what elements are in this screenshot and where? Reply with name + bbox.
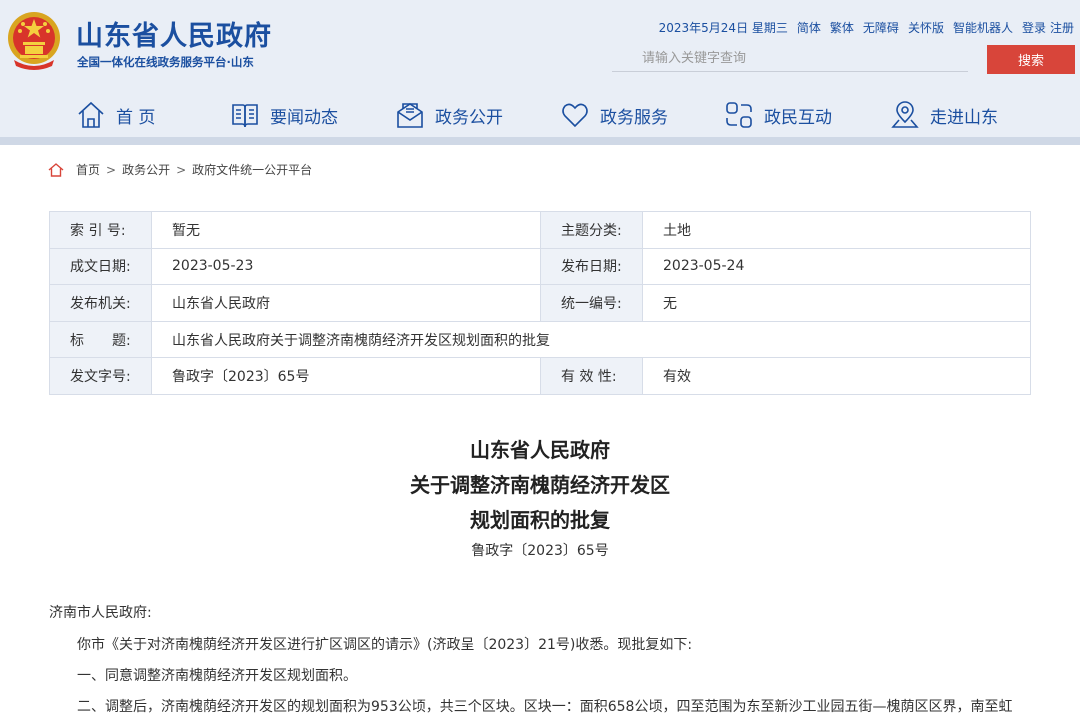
site-header: 山东省人民政府 全国一体化在线政务服务平台·山东 2023年5月24日 星期三 … bbox=[0, 0, 1080, 137]
link-robot[interactable]: 智能机器人 bbox=[953, 19, 1013, 36]
link-register[interactable]: 注册 bbox=[1050, 19, 1074, 36]
mail-open-icon bbox=[397, 103, 423, 128]
nav-item-home[interactable]: 首 页 bbox=[76, 98, 155, 132]
link-traditional[interactable]: 繁体 bbox=[830, 19, 854, 36]
nav-item-news[interactable]: 要闻动态 bbox=[230, 98, 338, 132]
validity-value: 有效 bbox=[642, 357, 1031, 395]
nav-label: 政务公开 bbox=[435, 107, 503, 128]
publish-date-value: 2023-05-24 bbox=[642, 247, 1031, 286]
document-title-line-3: 规划面积的批复 bbox=[470, 508, 610, 532]
breadcrumb-home[interactable]: 首页 bbox=[76, 161, 100, 178]
document-title-line-2: 关于调整济南槐荫经济开发区 bbox=[410, 473, 670, 497]
doc-number-value: 鲁政字〔2023〕65号 bbox=[151, 357, 541, 395]
title-value: 山东省人民政府关于调整济南槐荫经济开发区规划面积的批复 bbox=[151, 320, 1031, 359]
main-nav: 首 页 要闻动态 政务公开 政务服务 政民互动 走进山东 bbox=[0, 92, 1080, 136]
nav-label: 首 页 bbox=[116, 107, 156, 128]
home-icon[interactable] bbox=[48, 162, 64, 177]
nav-item-interaction[interactable]: 政民互动 bbox=[724, 98, 832, 132]
document-title-line-1: 山东省人民政府 bbox=[470, 438, 610, 462]
search-input[interactable] bbox=[612, 46, 968, 71]
document-number: 鲁政字〔2023〕65号 bbox=[471, 543, 609, 559]
validity-label: 有 效 性: bbox=[540, 357, 643, 395]
written-date-label: 成文日期: bbox=[49, 247, 152, 286]
serial-label: 统一编号: bbox=[540, 284, 643, 322]
document-paragraph: 你市《关于对济南槐荫经济开发区进行扩区调区的请示》(济政呈〔2023〕21号)收… bbox=[77, 637, 693, 653]
topic-label: 主题分类: bbox=[540, 211, 643, 249]
serial-value: 无 bbox=[642, 284, 1031, 322]
breadcrumb-separator: > bbox=[176, 162, 187, 177]
nav-label: 走进山东 bbox=[930, 107, 998, 128]
written-date-value: 2023-05-23 bbox=[151, 247, 541, 286]
current-date: 2023年5月24日 星期三 bbox=[658, 21, 788, 35]
table-row: 成文日期: 2023-05-23 发布日期: 2023-05-24 bbox=[49, 247, 1031, 286]
issuer-value: 山东省人民政府 bbox=[151, 284, 541, 322]
table-row: 发布机关: 山东省人民政府 统一编号: 无 bbox=[49, 284, 1031, 322]
breadcrumb-doc-platform[interactable]: 政府文件统一公开平台 bbox=[192, 161, 312, 178]
top-links: 2023年5月24日 星期三 简体 繁体 无障碍 关怀版 智能机器人 登录 注册 bbox=[659, 19, 1074, 36]
doc-number-label: 发文字号: bbox=[49, 357, 152, 395]
publish-date-label: 发布日期: bbox=[540, 247, 643, 286]
title-label: 标 题: bbox=[49, 320, 152, 359]
document-metadata-table: 索 引 号: 暂无 主题分类: 土地 成文日期: 2023-05-23 发布日期… bbox=[49, 211, 1031, 395]
interaction-icon bbox=[726, 102, 752, 128]
breadcrumb: 首页 > 政务公开 > 政府文件统一公开平台 bbox=[48, 161, 312, 178]
index-label: 索 引 号: bbox=[49, 211, 152, 249]
document-paragraph: 一、同意调整济南槐荫经济开发区规划面积。 bbox=[77, 668, 357, 684]
nav-divider bbox=[0, 137, 1080, 145]
nav-item-shandong[interactable]: 走进山东 bbox=[890, 98, 998, 132]
document-paragraph: 二、调整后，济南槐荫经济开发区的规划面积为953公顷，共三个区块。区块一：面积6… bbox=[77, 699, 1013, 715]
news-icon bbox=[232, 104, 258, 128]
table-row: 发文字号: 鲁政字〔2023〕65号 有 效 性: 有效 bbox=[49, 357, 1031, 395]
link-accessibility[interactable]: 无障碍 bbox=[863, 19, 899, 36]
table-row: 索 引 号: 暂无 主题分类: 土地 bbox=[49, 211, 1031, 249]
link-care-version[interactable]: 关怀版 bbox=[908, 19, 944, 36]
search-button[interactable]: 搜索 bbox=[987, 45, 1075, 74]
nav-label: 政民互动 bbox=[764, 107, 832, 128]
table-row: 标 题: 山东省人民政府关于调整济南槐荫经济开发区规划面积的批复 bbox=[49, 320, 1031, 359]
topic-value: 土地 bbox=[642, 211, 1031, 249]
nav-item-gov-affairs[interactable]: 政务公开 bbox=[395, 98, 503, 132]
link-login[interactable]: 登录 bbox=[1022, 19, 1046, 36]
breadcrumb-separator: > bbox=[106, 162, 117, 177]
search-box bbox=[612, 46, 968, 72]
national-emblem-icon[interactable] bbox=[6, 10, 62, 72]
index-value: 暂无 bbox=[151, 211, 541, 249]
nav-item-gov-services[interactable]: 政务服务 bbox=[560, 98, 668, 132]
document-salutation: 济南市人民政府: bbox=[49, 605, 152, 621]
link-simplified[interactable]: 简体 bbox=[797, 19, 821, 36]
nav-label: 政务服务 bbox=[600, 107, 668, 128]
location-icon bbox=[891, 101, 919, 128]
nav-label: 要闻动态 bbox=[270, 107, 338, 128]
issuer-label: 发布机关: bbox=[49, 284, 152, 322]
heart-icon bbox=[562, 103, 588, 128]
site-title[interactable]: 山东省人民政府 bbox=[76, 14, 272, 53]
home-icon bbox=[78, 101, 104, 128]
site-subtitle: 全国一体化在线政务服务平台·山东 bbox=[77, 55, 254, 69]
breadcrumb-gov-affairs[interactable]: 政务公开 bbox=[122, 161, 170, 178]
